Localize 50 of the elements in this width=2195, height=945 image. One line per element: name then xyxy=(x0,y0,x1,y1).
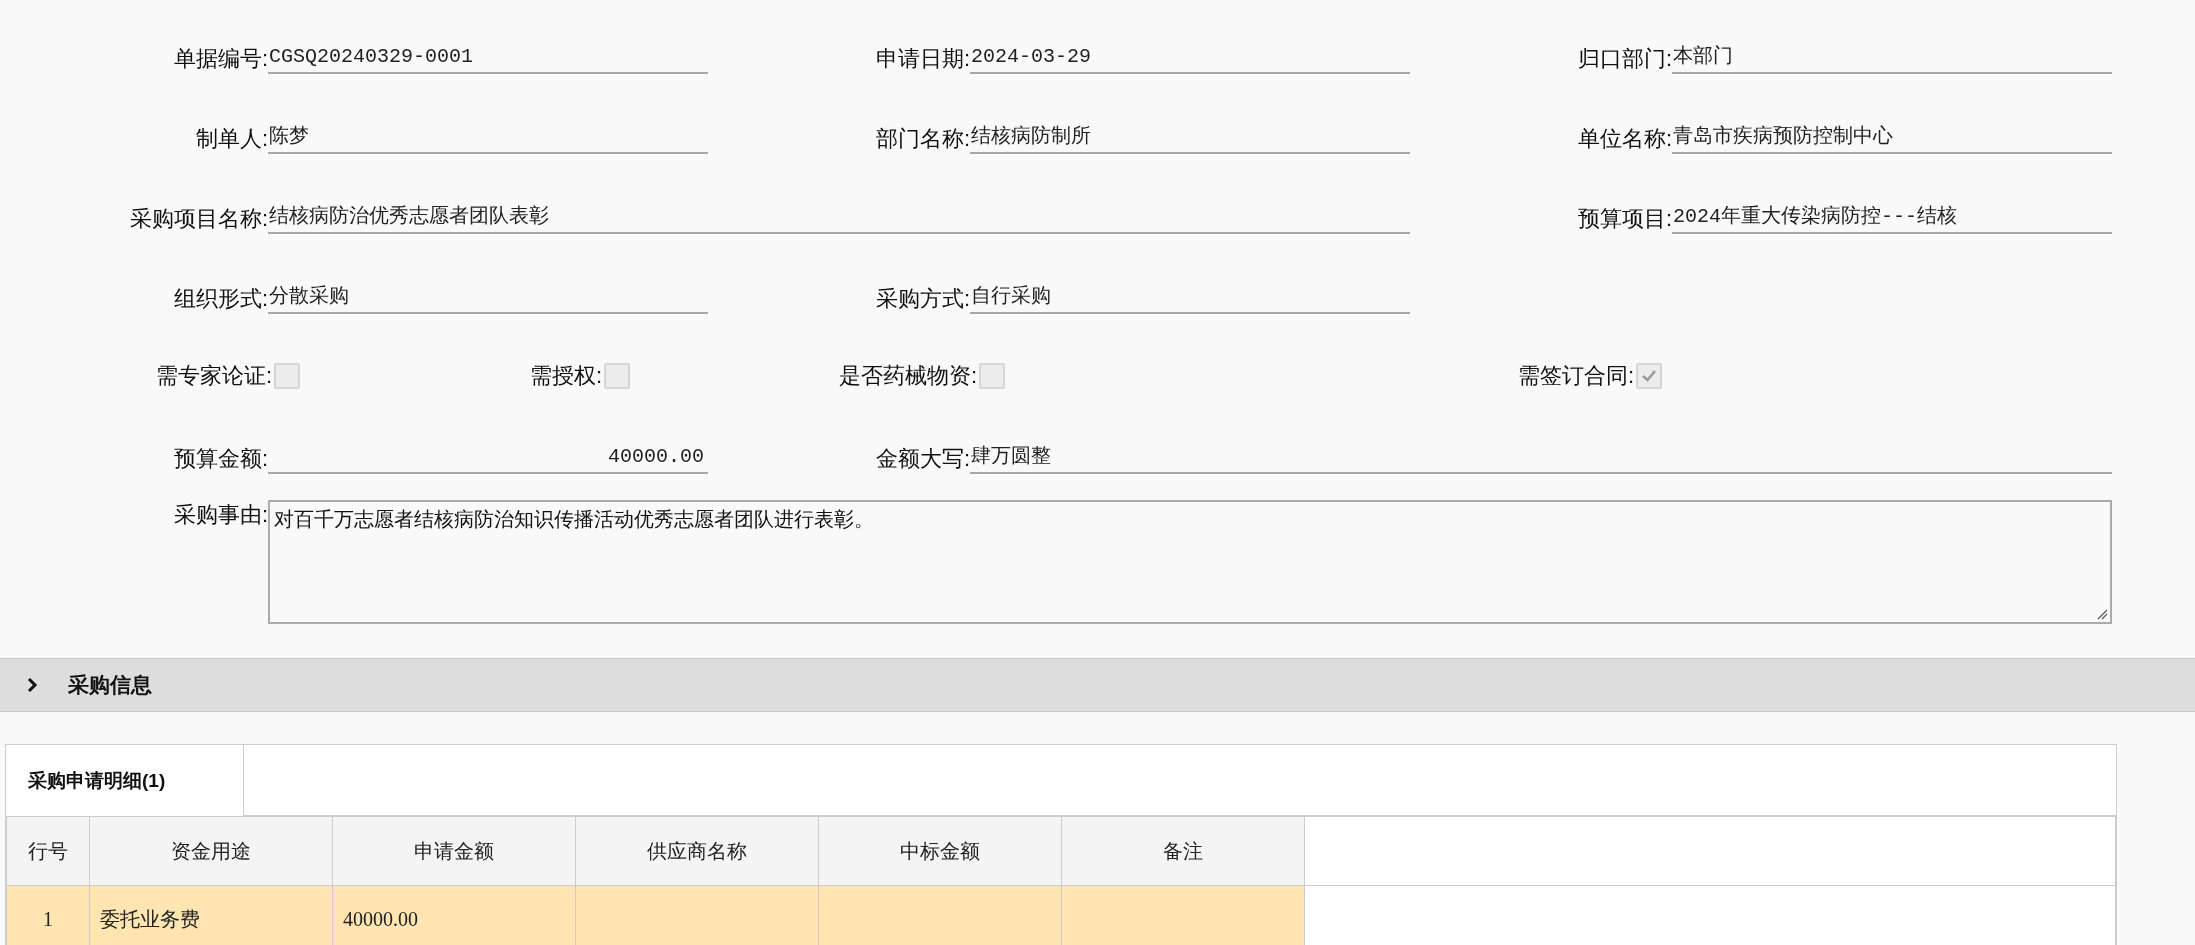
input-field[interactable]: 本部门 xyxy=(1672,42,2112,74)
section-header[interactable]: 采购信息 xyxy=(0,658,2195,712)
column-header: 中标金额 xyxy=(818,816,1062,886)
input-field[interactable]: 结核病防治优秀志愿者团队表彰 xyxy=(268,202,1410,234)
section-title: 采购信息 xyxy=(68,672,152,698)
table-row[interactable]: 1 委托业务费 40000.00 xyxy=(6,885,2116,945)
checkbox-label: 需专家论证: xyxy=(155,362,272,390)
table-cell: 1 xyxy=(6,885,90,945)
field-label: 单据编号: xyxy=(172,45,268,73)
tab[interactable]: 采购申请明细(1) xyxy=(6,745,244,816)
input-field[interactable]: 2024年重大传染病防控---结核 xyxy=(1672,202,2112,234)
resize-grip-icon[interactable] xyxy=(2097,609,2108,620)
input-field[interactable]: CGSQ20240329-0001 xyxy=(268,42,708,74)
column-header: 供应商名称 xyxy=(575,816,819,886)
field-label: 采购方式: xyxy=(874,285,970,313)
input-field[interactable]: 2024-03-29 xyxy=(970,42,1410,74)
field-label: 单位名称: xyxy=(1576,125,1672,153)
column-header: 行号 xyxy=(6,816,90,886)
field-label: 归口部门: xyxy=(1576,45,1672,73)
input-field[interactable]: 肆万圆整 xyxy=(970,442,2112,474)
checkbox[interactable] xyxy=(979,363,1005,389)
column-header: 申请金额 xyxy=(332,816,576,886)
table-cell: 40000.00 xyxy=(332,885,576,945)
field-label: 预算金额: xyxy=(172,445,268,473)
field-label: 部门名称: xyxy=(874,125,970,153)
field-label: 预算项目: xyxy=(1576,205,1672,233)
field-label: 制单人: xyxy=(194,125,268,153)
field-label: 组织形式: xyxy=(172,285,268,313)
field-label: 采购项目名称: xyxy=(128,205,268,233)
checkbox-label: 需签订合同: xyxy=(1517,362,1634,390)
checkbox-label: 是否药械物资: xyxy=(838,362,977,390)
memo-field[interactable]: 对百千万志愿者结核病防治知识传播活动优秀志愿者团队进行表彰。 xyxy=(268,500,2112,624)
column-header: 资金用途 xyxy=(89,816,333,886)
column-header: 备注 xyxy=(1061,816,1305,886)
field-label: 金额大写: xyxy=(874,445,970,473)
checkbox[interactable] xyxy=(1636,363,1662,389)
input-field[interactable]: 40000.00 xyxy=(268,442,708,474)
memo-text: 对百千万志愿者结核病防治知识传播活动优秀志愿者团队进行表彰。 xyxy=(274,508,874,530)
field-label: 申请日期: xyxy=(874,45,970,73)
input-field[interactable]: 结核病防制所 xyxy=(970,122,1410,154)
input-field[interactable]: 分散采购 xyxy=(268,282,708,314)
chevron-icon xyxy=(26,677,38,693)
checkbox[interactable] xyxy=(274,363,300,389)
field-label: 采购事由: xyxy=(172,501,268,529)
input-field[interactable]: 陈梦 xyxy=(268,122,708,154)
checkbox[interactable] xyxy=(604,363,630,389)
input-field[interactable]: 青岛市疾病预防控制中心 xyxy=(1672,122,2112,154)
checkbox-label: 需授权: xyxy=(529,362,602,390)
table-cell: 委托业务费 xyxy=(89,885,333,945)
input-field[interactable]: 自行采购 xyxy=(970,282,1410,314)
